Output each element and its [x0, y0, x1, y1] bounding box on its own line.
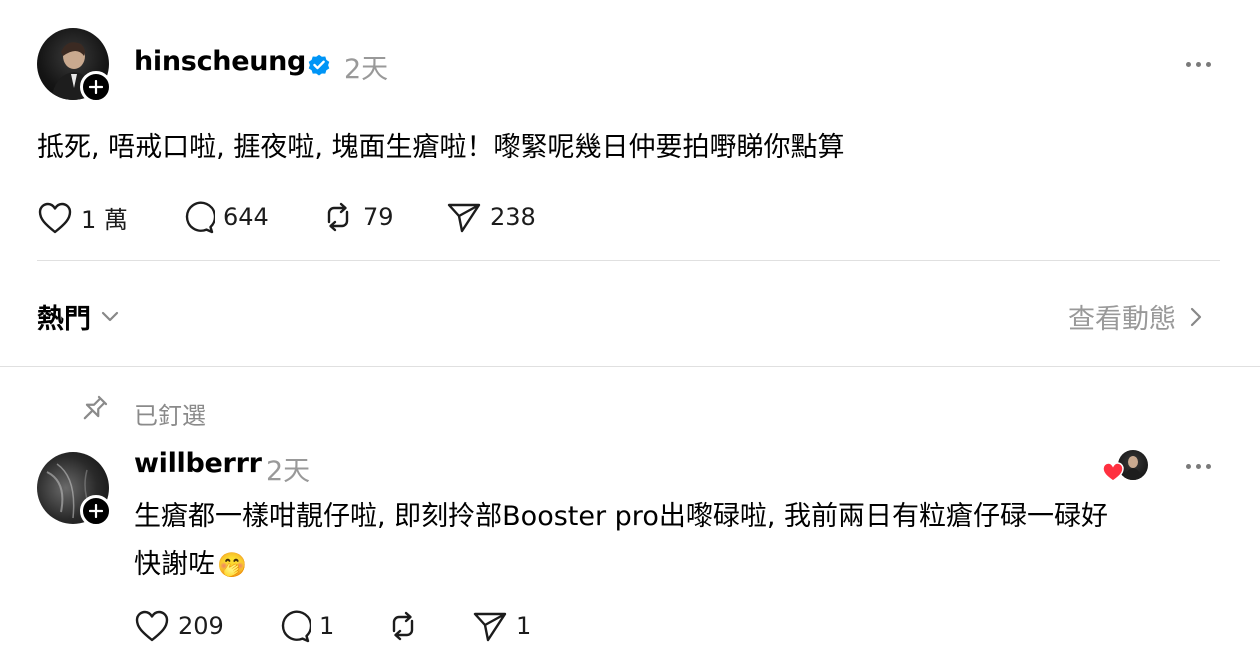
chevron-down-icon — [101, 311, 119, 321]
share-icon — [447, 203, 481, 233]
comment-icon — [185, 201, 215, 234]
pinned-label: 已釘選 — [134, 402, 206, 430]
comment-count: 644 — [223, 203, 269, 231]
reply-repost-button[interactable] — [386, 609, 428, 643]
author-liked-indicator — [1102, 450, 1150, 484]
like-count: 1 萬 — [81, 206, 128, 234]
pin-icon — [83, 395, 108, 420]
sort-dropdown[interactable]: 熱門 — [37, 297, 119, 336]
follow-plus-button[interactable] — [80, 495, 112, 527]
reply-more-icon[interactable] — [1186, 464, 1211, 469]
repost-icon — [392, 611, 414, 641]
hand-over-mouth-emoji: 🤭 — [217, 551, 247, 579]
sort-label: 熱門 — [37, 304, 91, 335]
repost-icon — [327, 202, 349, 232]
repost-count: 79 — [363, 203, 394, 231]
post-timestamp[interactable]: 2天 — [344, 47, 388, 86]
heart-filled-icon — [1102, 462, 1124, 482]
reply-like-count: 209 — [178, 612, 224, 640]
repost-button[interactable]: 79 — [321, 200, 394, 234]
plus-icon — [89, 504, 103, 518]
reply-username[interactable]: willberrr — [134, 448, 262, 479]
view-activity-label: 查看動態 — [1068, 304, 1176, 335]
divider — [37, 260, 1220, 261]
share-button[interactable]: 238 — [446, 200, 536, 234]
reply-timestamp[interactable]: 2天 — [266, 449, 310, 488]
reply-share-count: 1 — [516, 612, 532, 640]
heart-icon — [38, 202, 72, 233]
chevron-right-icon — [1190, 307, 1202, 326]
comment-button[interactable]: 644 — [181, 200, 269, 234]
more-icon[interactable] — [1186, 62, 1211, 67]
section-divider — [0, 366, 1260, 367]
verified-icon — [308, 54, 330, 76]
reply-text-line2: 快謝咗 — [134, 549, 215, 580]
comment-icon — [281, 610, 311, 643]
share-count: 238 — [490, 203, 536, 231]
reply-comment-count: 1 — [319, 612, 335, 640]
view-activity-link[interactable]: 查看動態 — [1068, 297, 1202, 336]
reply-text-line1: 生瘡都一樣咁靚仔啦, 即刻拎部Booster pro出嚟碌啦, 我前兩日有粒瘡仔… — [134, 501, 1109, 532]
author-username[interactable]: hinscheung — [134, 46, 306, 77]
reply-text: 生瘡都一樣咁靚仔啦, 即刻拎部Booster pro出嚟碌啦, 我前兩日有粒瘡仔… — [134, 493, 1234, 589]
reply-share-button[interactable]: 1 — [472, 609, 531, 643]
share-icon — [473, 612, 507, 642]
follow-plus-button[interactable] — [80, 71, 112, 103]
reply-comment-button[interactable]: 1 — [277, 609, 334, 643]
post-text: 抵死, 唔戒口啦, 捱夜啦, 塊面生瘡啦！嚟緊呢幾日仲要拍嘢睇你點算 — [37, 132, 845, 163]
like-button[interactable]: 1 萬 — [37, 200, 128, 235]
heart-icon — [135, 610, 169, 642]
plus-icon — [89, 80, 103, 94]
reply-like-button[interactable]: 209 — [134, 609, 224, 643]
